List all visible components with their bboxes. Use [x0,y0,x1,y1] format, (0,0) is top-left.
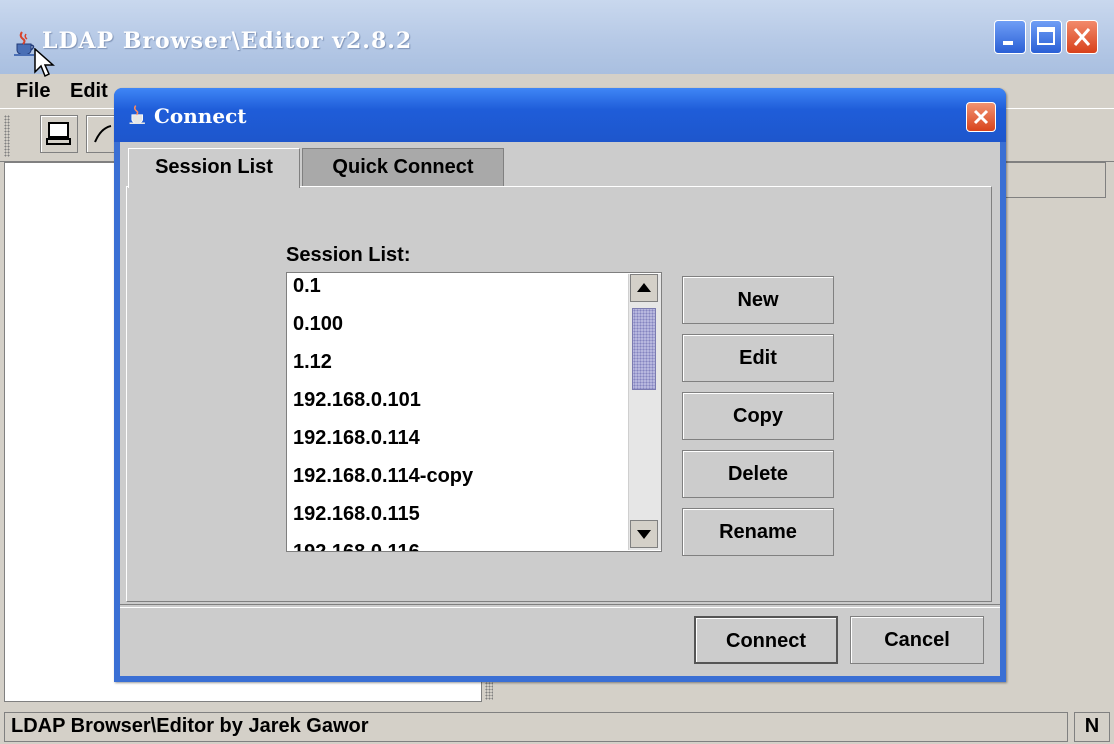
connect-dialog: Connect Session List Quick Connect Sessi… [114,88,1006,682]
table-header [1000,162,1106,198]
minimize-icon [1003,41,1013,45]
dialog-title: Connect [154,104,247,128]
menu-edit-label: Edit [70,80,108,102]
edit-button[interactable]: Edit [682,334,834,382]
computer-icon [46,122,71,145]
scroll-up-button[interactable] [630,274,658,302]
tab-quick-connect[interactable]: Quick Connect [302,148,504,186]
minimize-button[interactable] [994,20,1026,54]
window-titlebar[interactable]: LDAP Browser\Editor v2.8.2 [0,0,1114,74]
delete-button[interactable]: Delete [682,450,834,498]
session-list-scrollbar[interactable] [628,274,661,550]
list-item[interactable]: 192.168.0.114-copy [293,465,473,488]
connect-toolbar-button[interactable] [40,115,78,153]
scroll-down-button[interactable] [630,520,658,548]
dialog-body: Session List Quick Connect Session List:… [120,142,1000,676]
list-item[interactable]: 192.168.0.116 [293,541,420,551]
new-button[interactable]: New [682,276,834,324]
menu-edit[interactable]: Edit [70,80,108,103]
maximize-icon [1037,27,1055,45]
maximize-button[interactable] [1030,20,1062,54]
toolbar-grip[interactable] [4,115,10,157]
close-icon [973,109,989,125]
session-list-label: Session List: [286,244,411,266]
list-item[interactable]: 192.168.0.114 [293,427,420,450]
copy-button[interactable]: Copy [682,392,834,440]
window-title: LDAP Browser\Editor v2.8.2 [42,28,413,54]
menu-file-label: File [16,80,51,102]
dialog-close-button[interactable] [966,102,996,132]
splitter-grip[interactable] [485,682,493,700]
list-item[interactable]: 1.12 [293,351,332,374]
status-text: LDAP Browser\Editor by Jarek Gawor [4,712,1068,742]
menu-file[interactable]: File [16,80,50,103]
rename-button[interactable]: Rename [682,508,834,556]
connect-button[interactable]: Connect [694,616,838,664]
session-list[interactable]: 0.1 0.100 1.12 192.168.0.101 192.168.0.1… [286,272,662,552]
list-item[interactable]: 192.168.0.115 [293,503,420,526]
list-item[interactable]: 0.100 [293,313,343,336]
arrow-up-icon [637,283,651,292]
list-item[interactable]: 192.168.0.101 [293,389,421,412]
tab-session-list[interactable]: Session List [128,148,300,188]
close-button[interactable] [1066,20,1098,54]
java-cup-icon [128,102,148,131]
scroll-thumb[interactable] [632,308,656,390]
list-item[interactable]: 0.1 [293,275,321,298]
cancel-button[interactable]: Cancel [850,616,984,664]
statusbar: LDAP Browser\Editor by Jarek Gawor N [0,708,1114,744]
status-indicator: N [1074,712,1110,742]
dialog-separator [120,604,1000,608]
dialog-titlebar[interactable]: Connect [114,88,1006,142]
close-icon [1073,28,1091,46]
arrow-down-icon [637,530,651,539]
mouse-cursor-icon [34,48,55,78]
